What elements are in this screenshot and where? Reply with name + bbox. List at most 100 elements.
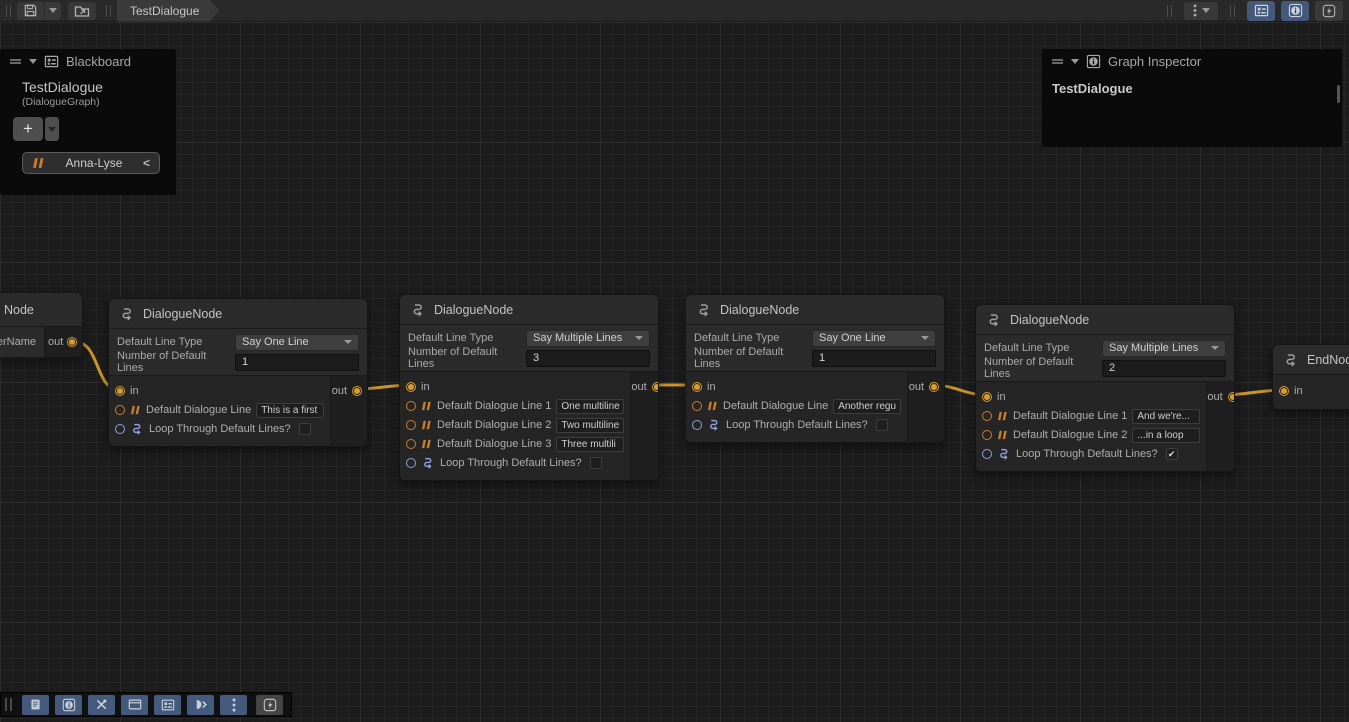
blackboard-button[interactable] [154,695,181,715]
node-title[interactable]: Node [0,293,82,327]
more-options-button[interactable] [220,695,247,715]
line-type-dropdown[interactable]: Say One Line [812,330,936,347]
dialogue-line-port[interactable] [406,420,416,430]
dialogue-line-port[interactable] [406,401,416,411]
out-port[interactable] [652,382,659,392]
drag-handle-icon[interactable] [9,57,22,66]
loop-port[interactable] [692,420,702,430]
dialogue-line-port[interactable] [406,439,416,449]
blackboard-header[interactable]: Blackboard [0,49,176,73]
line-type-dropdown[interactable]: Say Multiple Lines [526,330,650,347]
node-title[interactable]: DialogueNode [686,295,944,325]
loop-checkbox[interactable] [590,457,602,469]
loop-checkbox[interactable]: ✔ [1166,448,1178,460]
save-dropdown-button[interactable] [45,2,61,20]
in-port[interactable] [406,382,416,392]
end-node[interactable]: EndNode in [1272,344,1349,410]
loop-port[interactable] [115,424,125,434]
tools-button[interactable] [88,695,115,715]
dialogue-line-input[interactable]: Another regu [833,399,901,414]
collapse-caret-icon[interactable] [29,59,37,64]
dialogue-line-port[interactable] [115,405,125,415]
toolbar-drag-grip[interactable] [5,698,12,711]
add-property-dropdown-button[interactable] [45,117,59,141]
dialogue-line-input[interactable]: Two multiline [556,418,624,433]
bolt-icon [263,698,277,712]
add-property-button[interactable]: + [13,117,43,141]
num-lines-input[interactable]: 1 [812,350,936,367]
in-port[interactable] [1279,386,1289,396]
dialogue-line-port[interactable] [982,411,992,421]
drag-handle-icon[interactable] [1051,57,1064,66]
show-script-button[interactable] [22,695,49,715]
out-port[interactable] [929,382,939,392]
num-lines-input[interactable]: 3 [526,350,650,367]
node-title-label: Node [4,303,34,317]
inspector-scrollbar[interactable] [1337,85,1340,103]
blackboard-property-anna-lyse[interactable]: Anna-Lyse < [22,152,160,174]
node-title[interactable]: EndNode [1273,345,1349,375]
toolbar-options-button[interactable] [1184,2,1218,20]
dialogue-line-input[interactable]: One multiline [556,399,624,414]
loop-icon [130,422,144,436]
show-inspector-button[interactable] [55,695,82,715]
dialogue-line-label: Default Dialogue Line [723,400,828,412]
blackboard-panel[interactable]: Blackboard TestDialogue (DialogueGraph) … [0,49,176,195]
dialogue-line-port[interactable] [692,401,702,411]
in-port-label: in [1294,385,1303,397]
open-asset-button[interactable] [68,2,96,20]
dialogue-node-icon [696,302,712,318]
graph-editor-window: TestDialogue [0,0,1349,722]
play-preview-button[interactable] [187,695,214,715]
in-port[interactable] [982,392,992,402]
collapse-caret-icon[interactable] [1071,59,1079,64]
quote-icon [997,411,1008,421]
in-port[interactable] [692,382,702,392]
graph-tab-label: TestDialogue [130,4,199,18]
loop-checkbox[interactable] [876,419,888,431]
node-title[interactable]: DialogueNode [400,295,658,325]
loop-icon [707,418,721,432]
dialogue-node-2[interactable]: DialogueNode Default Line Type Say Multi… [399,294,659,481]
preview-toggle-button[interactable] [1315,1,1343,21]
loop-checkbox[interactable] [299,423,311,435]
num-lines-input[interactable]: 2 [1102,360,1226,377]
out-port[interactable] [67,337,77,347]
blackboard-toggle-button[interactable] [1247,1,1275,21]
in-port-label: in [997,391,1006,403]
node-fields: Default Line Type Say Multiple Lines Num… [976,335,1234,382]
node-title[interactable]: DialogueNode [976,305,1234,335]
blackboard-graph-name[interactable]: TestDialogue [22,79,176,95]
out-port[interactable] [1228,392,1235,402]
graph-inspector-toggle-button[interactable] [1281,1,1309,21]
dialogue-line-input[interactable]: Three multili [556,437,624,452]
loop-port[interactable] [982,449,992,459]
loop-label: Loop Through Default Lines? [726,419,868,431]
node-title[interactable]: DialogueNode [109,299,367,329]
graph-canvas[interactable]: Node kerName out DialogueNode Default L [0,22,1349,722]
graph-inspector-panel[interactable]: Graph Inspector TestDialogue [1042,49,1342,147]
graph-inspector-header[interactable]: Graph Inspector [1042,49,1342,73]
save-button[interactable] [17,2,44,20]
bolt-icon [1322,4,1336,18]
num-lines-input[interactable]: 1 [235,354,359,371]
line-type-dropdown[interactable]: Say One Line [235,334,359,351]
out-port-label: out [909,381,924,393]
line-type-dropdown[interactable]: Say Multiple Lines [1102,340,1226,357]
out-port[interactable] [352,386,362,396]
dialogue-line-port[interactable] [982,430,992,440]
graph-tab[interactable]: TestDialogue [117,0,219,22]
dialogue-line-input[interactable]: This is a first [256,403,324,418]
in-port[interactable] [115,386,125,396]
dialogue-node-4[interactable]: DialogueNode Default Line Type Say Multi… [975,304,1235,472]
dialogue-line-input[interactable]: And we're... [1132,409,1200,424]
window-button[interactable] [121,695,148,715]
field-label: Default Line Type [408,332,526,344]
dialogue-node-3[interactable]: DialogueNode Default Line Type Say One L… [685,294,945,443]
dialogue-line-input[interactable]: ...in a loop [1132,428,1200,443]
dialogue-node-1[interactable]: DialogueNode Default Line Type Say One L… [108,298,368,447]
bolt-button[interactable] [256,695,283,715]
speaker-node-partial[interactable]: Node kerName out [0,292,83,358]
collapse-chevron[interactable]: < [143,156,150,170]
loop-port[interactable] [406,458,416,468]
